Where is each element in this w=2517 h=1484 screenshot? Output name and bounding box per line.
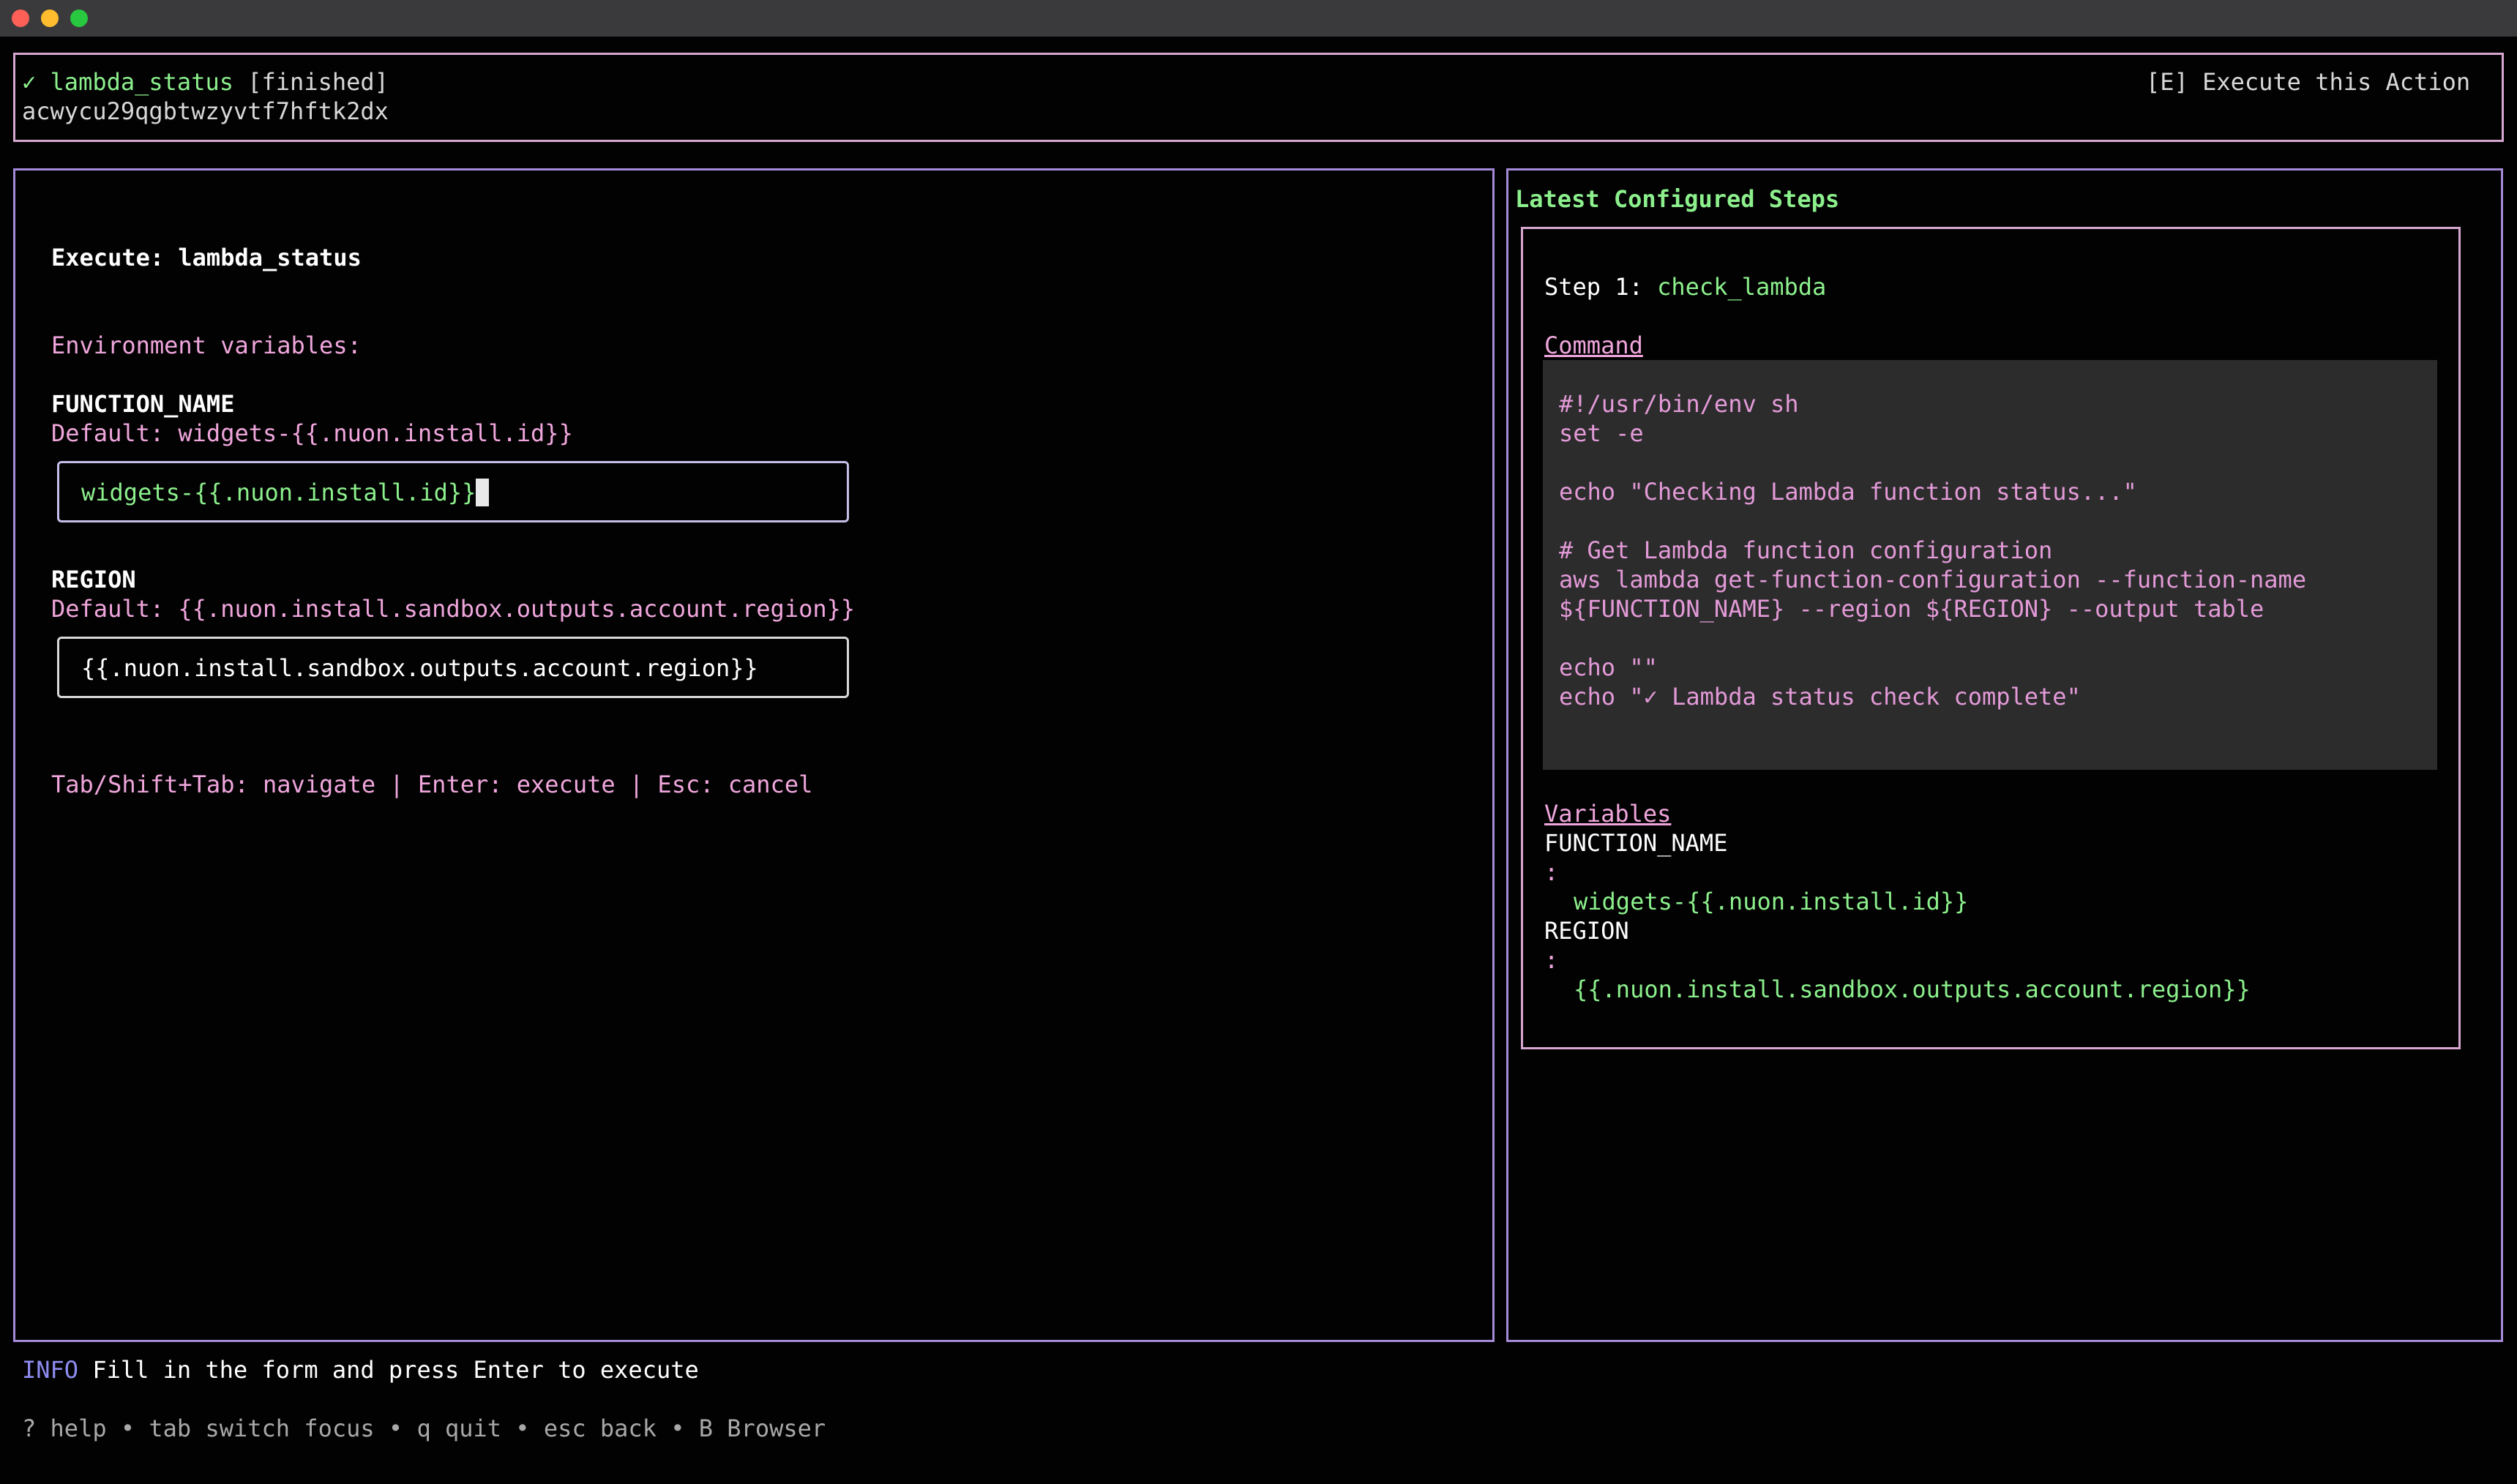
status-message: Fill in the form and press Enter to exec… bbox=[92, 1356, 699, 1384]
command-code-lines: #!/usr/bin/env sh set -e echo "Checking La… bbox=[1559, 389, 2306, 711]
form-title: Execute: lambda_status bbox=[51, 244, 362, 271]
variable-value-region: {{.nuon.install.sandbox.outputs.account.… bbox=[1574, 975, 2251, 1003]
steps-panel-title: Latest Configured Steps bbox=[1515, 185, 1840, 213]
variable-name-region: REGION bbox=[1544, 917, 1629, 945]
variable-name-function: FUNCTION_NAME bbox=[1544, 829, 1728, 857]
step-number: Step 1: bbox=[1544, 273, 1658, 301]
finished-check-icon: ✓ bbox=[22, 68, 37, 96]
function-name-field-label: FUNCTION_NAME bbox=[51, 390, 235, 418]
env-vars-label: Environment variables: bbox=[51, 331, 362, 359]
variable-value-function: widgets-{{.nuon.install.id}} bbox=[1574, 888, 1969, 915]
zoom-window-button[interactable] bbox=[70, 10, 88, 27]
variables-label: Variables bbox=[1544, 800, 1672, 828]
function-name-input-value: widgets-{{.nuon.install.id}} bbox=[81, 478, 490, 507]
action-run-id: acwycu29qgbtwzyvtf7hftk2dx bbox=[22, 97, 389, 125]
status-line: INFO Fill in the form and press Enter to… bbox=[22, 1355, 699, 1384]
action-header-line: ✓ lambda_status [finished] bbox=[22, 67, 389, 97]
variable-separator: : bbox=[1544, 858, 1559, 886]
function-name-default: Default: widgets-{{.nuon.install.id}} bbox=[51, 419, 573, 447]
step-name: check_lambda bbox=[1657, 273, 1827, 301]
region-input[interactable]: {{.nuon.install.sandbox.outputs.account.… bbox=[57, 637, 849, 698]
code-line: aws lambda get-function-configuration --… bbox=[1559, 566, 2307, 593]
close-window-button[interactable] bbox=[12, 10, 29, 27]
code-line: echo "Checking Lambda function status...… bbox=[1559, 478, 2137, 506]
region-field-label: REGION bbox=[51, 566, 136, 593]
form-keyboard-hint: Tab/Shift+Tab: navigate | Enter: execute… bbox=[51, 771, 813, 798]
code-line: echo "" bbox=[1559, 653, 1658, 681]
command-label: Command bbox=[1544, 331, 1643, 359]
window-title-bar bbox=[0, 0, 2517, 37]
code-line: echo "✓ Lambda status check complete" bbox=[1559, 683, 2081, 711]
region-input-value: {{.nuon.install.sandbox.outputs.account.… bbox=[81, 654, 758, 682]
code-line: set -e bbox=[1559, 419, 1644, 447]
step-heading: Step 1: check_lambda bbox=[1544, 272, 1826, 301]
region-default: Default: {{.nuon.install.sandbox.outputs… bbox=[51, 595, 856, 623]
variable-separator: : bbox=[1544, 946, 1559, 974]
code-line: #!/usr/bin/env sh bbox=[1559, 390, 1799, 418]
status-level: INFO bbox=[22, 1356, 79, 1384]
code-line: # Get Lambda function configuration bbox=[1559, 536, 2053, 564]
text-cursor bbox=[476, 479, 490, 506]
action-status: [finished] bbox=[247, 68, 389, 96]
keyboard-help-bar: ? help • tab switch focus • q quit • esc… bbox=[22, 1414, 826, 1442]
code-line: ${FUNCTION_NAME} --region ${REGION} --ou… bbox=[1559, 595, 2264, 623]
minimize-window-button[interactable] bbox=[41, 10, 59, 27]
execute-action-button[interactable]: [E] Execute this Action bbox=[2146, 67, 2470, 97]
function-name-input[interactable]: widgets-{{.nuon.install.id}} bbox=[57, 461, 849, 522]
action-name: lambda_status bbox=[50, 68, 233, 96]
